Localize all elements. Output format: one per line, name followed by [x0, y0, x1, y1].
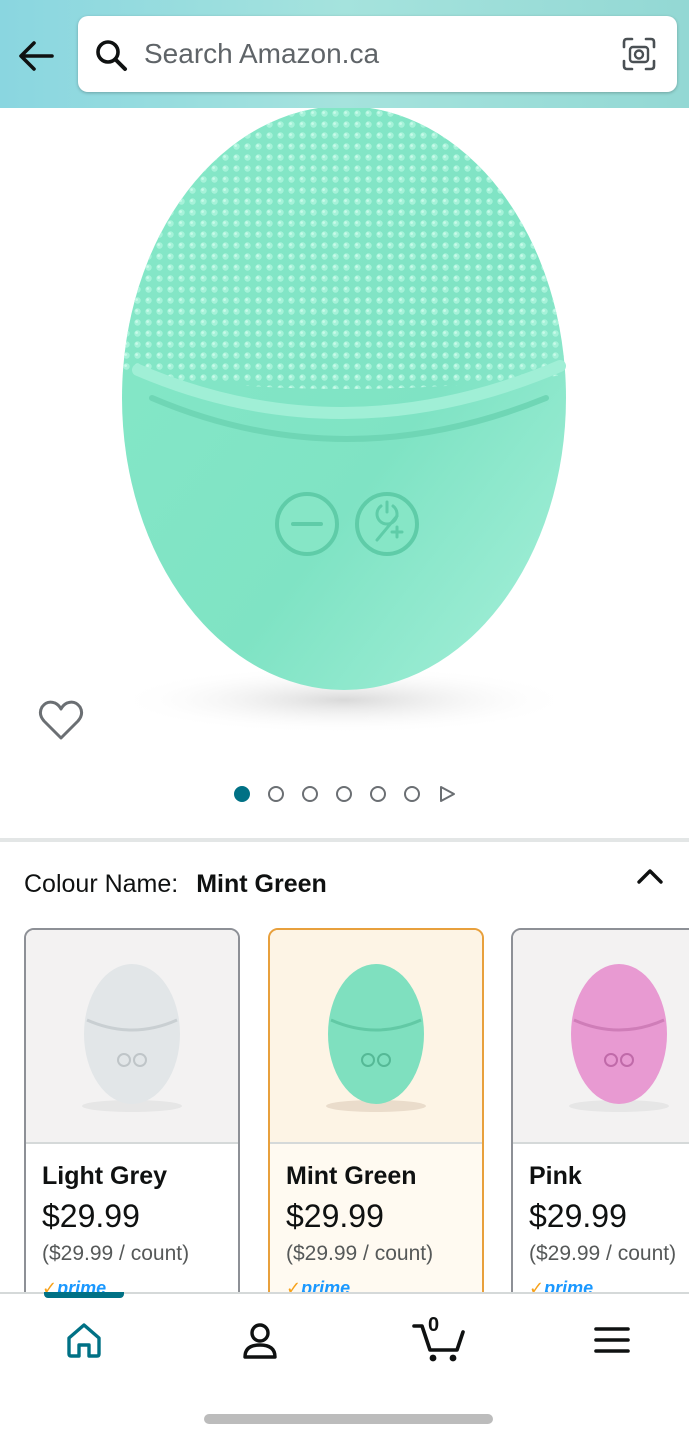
nav-home[interactable] — [54, 1312, 114, 1368]
variant-card-light-grey[interactable]: Light Grey $29.99 ($29.99 / count) ✓prim… — [24, 928, 240, 1292]
variant-card-mint-green[interactable]: Mint Green $29.99 ($29.99 / count) ✓prim… — [268, 928, 484, 1292]
pagination-dot-active[interactable] — [233, 786, 250, 802]
arrow-left-icon — [19, 41, 54, 71]
system-home-indicator[interactable] — [204, 1414, 493, 1424]
variant-thumbnail — [82, 964, 182, 1112]
heart-icon[interactable] — [38, 698, 84, 744]
pagination-dot[interactable] — [301, 786, 318, 802]
camera-search-icon[interactable] — [621, 36, 657, 72]
variant-thumbnail — [326, 964, 426, 1112]
menu-icon — [594, 1327, 630, 1353]
product-image-gallery[interactable] — [0, 108, 689, 838]
variant-thumbnail — [569, 964, 669, 1112]
checkmark-icon: ✓ — [529, 1278, 545, 1292]
image-pagination — [0, 782, 689, 806]
colour-selected-value: Mint Green — [196, 869, 327, 898]
variant-image — [270, 930, 482, 1144]
variant-image — [26, 930, 238, 1144]
active-tab-indicator — [44, 1292, 124, 1298]
cart-count-badge: 0 — [428, 1314, 440, 1336]
nav-cart[interactable]: 0 — [404, 1312, 474, 1368]
variant-name: Pink — [529, 1162, 582, 1190]
colour-label: Colour Name: — [24, 869, 179, 898]
variant-image — [513, 930, 689, 1144]
pagination-dot[interactable] — [369, 786, 386, 802]
section-divider — [0, 838, 689, 842]
top-header — [0, 0, 689, 108]
chevron-up-icon[interactable] — [633, 860, 667, 894]
prime-badge: ✓prime — [42, 1278, 106, 1292]
pagination-dot[interactable] — [335, 786, 352, 802]
colour-selector-header: Colour Name: Mint Green — [24, 864, 327, 904]
product-page: Colour Name: Mint Green Light Grey $29.9… — [0, 0, 689, 1440]
variant-name: Mint Green — [286, 1162, 417, 1190]
variant-card-pink[interactable]: Pink $29.99 ($29.99 / count) ✓prime — [511, 928, 689, 1292]
play-video-icon[interactable] — [438, 785, 456, 803]
variant-unit-price: ($29.99 / count) — [42, 1242, 190, 1265]
variant-price: $29.99 — [286, 1198, 384, 1234]
search-bar[interactable] — [78, 16, 677, 92]
nav-menu[interactable] — [582, 1312, 642, 1368]
bottom-navigation: 0 — [0, 1292, 689, 1440]
back-button[interactable] — [14, 34, 58, 78]
product-image — [114, 108, 574, 734]
variant-unit-price: ($29.99 / count) — [286, 1242, 434, 1265]
nav-account[interactable] — [230, 1312, 290, 1368]
prime-badge: ✓prime — [286, 1278, 350, 1292]
pagination-dot[interactable] — [267, 786, 284, 802]
checkmark-icon: ✓ — [286, 1278, 302, 1292]
account-icon — [243, 1323, 277, 1359]
variant-unit-price: ($29.99 / count) — [529, 1242, 677, 1265]
variant-price: $29.99 — [529, 1198, 627, 1234]
home-icon — [67, 1323, 101, 1358]
pagination-dot[interactable] — [403, 786, 420, 802]
search-input[interactable] — [144, 34, 604, 74]
prime-badge: ✓prime — [529, 1278, 593, 1292]
variant-price: $29.99 — [42, 1198, 140, 1234]
colour-variant-list: Light Grey $29.99 ($29.99 / count) ✓prim… — [24, 928, 689, 1292]
search-icon — [96, 40, 127, 71]
variant-name: Light Grey — [42, 1162, 168, 1190]
checkmark-icon: ✓ — [42, 1278, 58, 1292]
